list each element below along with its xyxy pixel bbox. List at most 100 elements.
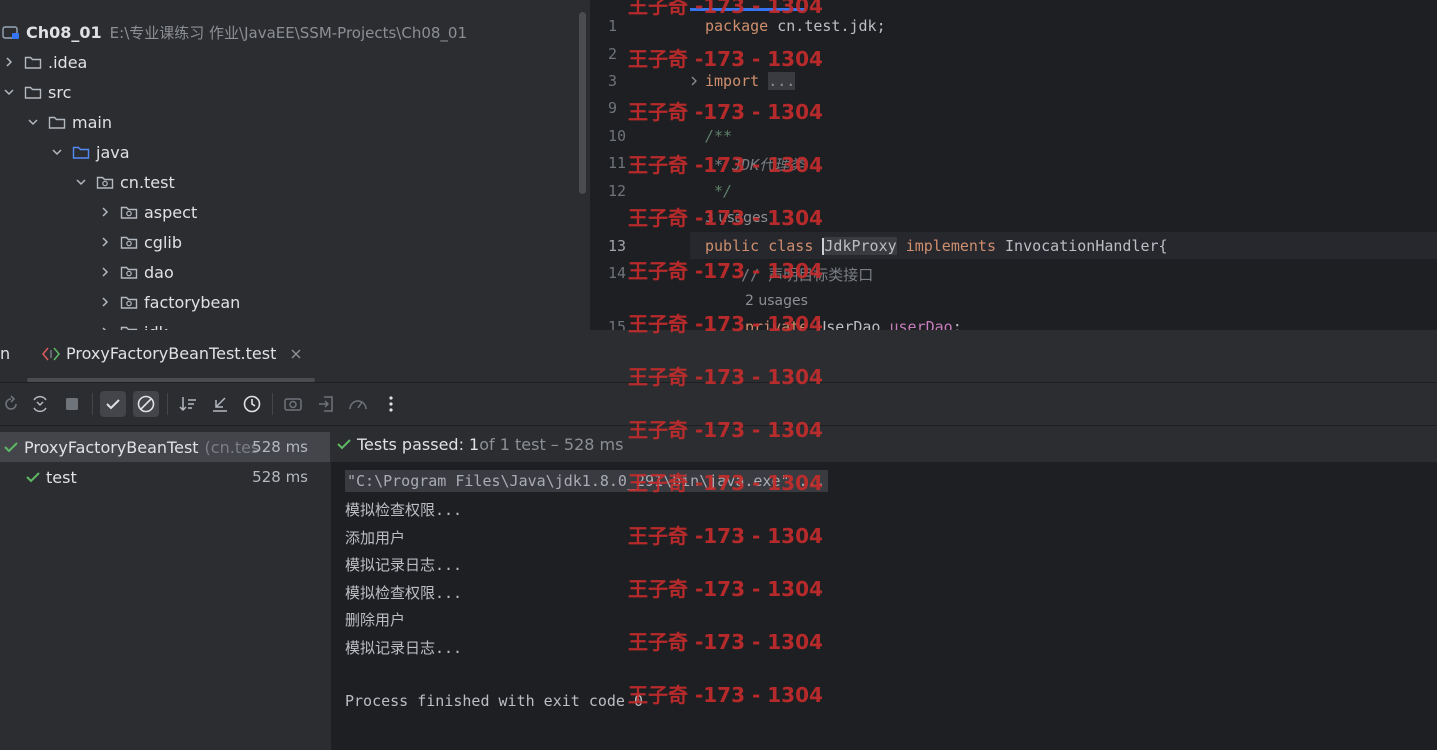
tree-item-label: cn.test xyxy=(120,172,175,192)
test-diamond-icon xyxy=(42,347,60,360)
command-line[interactable]: "C:\Program Files\Java\jdk1.8.0_291\bin\… xyxy=(345,470,828,492)
code-line: // 声明目标类接口 xyxy=(705,266,874,284)
rerun-failed-button[interactable] xyxy=(27,391,53,417)
chevron-right-icon[interactable] xyxy=(2,55,16,69)
camera-icon xyxy=(284,398,302,411)
stop-button[interactable] xyxy=(59,391,85,417)
tree-item-label: cglib xyxy=(144,232,182,252)
clock-icon xyxy=(243,395,261,413)
tab-proxy-factory-bean-test[interactable]: ProxyFactoryBeanTest.test xyxy=(42,344,302,363)
show-passed-toggle[interactable] xyxy=(100,391,126,417)
code-line: private UserDao userDao; xyxy=(745,318,962,330)
chevron-right-icon[interactable] xyxy=(98,295,112,309)
tree-item-label: main xyxy=(72,112,112,132)
tree-item-idea[interactable]: .idea xyxy=(2,47,87,77)
tree-item-cglib[interactable]: cglib xyxy=(98,227,182,257)
chevron-right-icon[interactable] xyxy=(98,205,112,219)
chevron-right-icon[interactable] xyxy=(98,265,112,279)
more-options-button[interactable] xyxy=(378,391,404,417)
package-icon xyxy=(120,236,138,249)
run-tool-window: n ProxyFactoryBeanTest.test ProxyFactory… xyxy=(0,330,1437,750)
chevron-right-icon[interactable] xyxy=(98,235,112,249)
coverage-button[interactable] xyxy=(345,391,371,417)
module-icon xyxy=(2,26,19,39)
rerun-failed-icon xyxy=(33,395,47,413)
tree-item-label: jdk xyxy=(144,323,168,331)
console-line: 模拟检查权限... xyxy=(345,501,463,519)
tree-item-aspect[interactable]: aspect xyxy=(98,197,197,227)
collapse-all-button[interactable] xyxy=(207,391,233,417)
tree-item-java[interactable]: java xyxy=(50,137,130,167)
toolbar-separator xyxy=(92,393,93,415)
tree-item-main[interactable]: main xyxy=(26,107,112,137)
test-tree-root[interactable]: ProxyFactoryBeanTest (cn.tes 528 ms xyxy=(0,432,330,462)
rerun-button[interactable] xyxy=(0,391,24,417)
test-tree: ProxyFactoryBeanTest (cn.tes 528 ms test… xyxy=(0,426,330,750)
tab-previous[interactable]: n xyxy=(0,344,10,363)
rerun-icon xyxy=(5,395,17,410)
test-duration: 528 ms xyxy=(252,438,308,456)
pass-check-icon xyxy=(4,442,18,453)
project-path: E:\专业课练习 作业\JavaEE\SSM-Projects\Ch08_01 xyxy=(109,23,468,42)
pass-check-icon xyxy=(26,472,40,483)
code-line: package cn.test.jdk; xyxy=(705,17,886,35)
import-icon xyxy=(319,396,333,412)
ignored-icon xyxy=(137,395,155,413)
folder-icon xyxy=(24,56,42,69)
tree-item-cn-test[interactable]: cn.test xyxy=(74,167,175,197)
package-icon xyxy=(96,176,114,189)
screenshot-button[interactable] xyxy=(280,391,306,417)
console-line: 模拟记录日志... xyxy=(345,639,463,657)
gauge-icon xyxy=(349,400,367,410)
project-scrollbar[interactable] xyxy=(579,12,586,194)
tree-item-factorybean[interactable]: factorybean xyxy=(98,287,240,317)
tree-item-label: factorybean xyxy=(144,292,241,312)
line-number: 9 xyxy=(608,99,618,117)
usages-hint[interactable]: 3 usages xyxy=(705,210,768,226)
toolbar-separator xyxy=(272,393,273,415)
tree-item-label: dao xyxy=(144,262,174,282)
run-tab-bar: n ProxyFactoryBeanTest.test xyxy=(0,330,1437,383)
more-vertical-icon xyxy=(389,396,393,412)
line-number: 3 xyxy=(608,72,618,90)
tree-item-dao[interactable]: dao xyxy=(98,257,174,287)
test-tree-item[interactable]: test 528 ms xyxy=(0,462,330,492)
test-class-package: (cn.tes xyxy=(204,437,260,457)
line-number: 12 xyxy=(608,182,627,200)
code-line: /** xyxy=(705,127,733,145)
line-number: 14 xyxy=(608,264,627,282)
chevron-down-icon[interactable] xyxy=(50,145,64,159)
tree-item-label: aspect xyxy=(144,202,198,222)
folded-imports[interactable]: ... xyxy=(768,72,796,90)
test-method-name: test xyxy=(46,467,77,487)
check-icon xyxy=(106,399,120,410)
code-editor[interactable]: 1 2 3 9 10 11 12 13 14 15 package cn.tes… xyxy=(590,0,1437,330)
tree-item-src[interactable]: src xyxy=(2,77,71,107)
console-output[interactable]: Tests passed: 1 of 1 test – 528 ms "C:\P… xyxy=(331,426,1437,750)
package-icon xyxy=(120,296,138,309)
project-root[interactable]: Ch08_01 E:\专业课练习 作业\JavaEE\SSM-Projects\… xyxy=(2,17,467,47)
tree-item-label: .idea xyxy=(48,52,88,72)
line-number-active: 13 xyxy=(608,237,627,255)
show-ignored-toggle[interactable] xyxy=(133,391,159,417)
test-summary: Tests passed: 1 of 1 test – 528 ms xyxy=(331,426,1437,462)
tree-item-label: java xyxy=(96,142,130,162)
usages-hint[interactable]: 2 usages xyxy=(745,293,808,309)
code-line: import ... xyxy=(705,72,796,90)
close-icon[interactable] xyxy=(290,348,302,360)
import-tests-button[interactable] xyxy=(313,391,339,417)
sort-button[interactable] xyxy=(175,391,201,417)
chevron-down-icon[interactable] xyxy=(2,85,16,99)
tree-item-jdk[interactable]: jdk xyxy=(98,317,168,330)
project-tool-window: Ch08_01 E:\专业课练习 作业\JavaEE\SSM-Projects\… xyxy=(0,0,590,330)
history-button[interactable] xyxy=(239,391,265,417)
summary-passed: Tests passed: 1 xyxy=(357,434,480,454)
line-number: 15 xyxy=(608,318,627,330)
tree-item-label: src xyxy=(48,82,72,102)
run-toolbar xyxy=(0,383,1437,426)
chevron-down-icon[interactable] xyxy=(26,115,40,129)
source-folder-icon xyxy=(72,146,90,159)
tab-label: ProxyFactoryBeanTest.test xyxy=(66,344,277,363)
fold-chevron-icon[interactable] xyxy=(689,74,699,88)
chevron-down-icon[interactable] xyxy=(74,175,88,189)
